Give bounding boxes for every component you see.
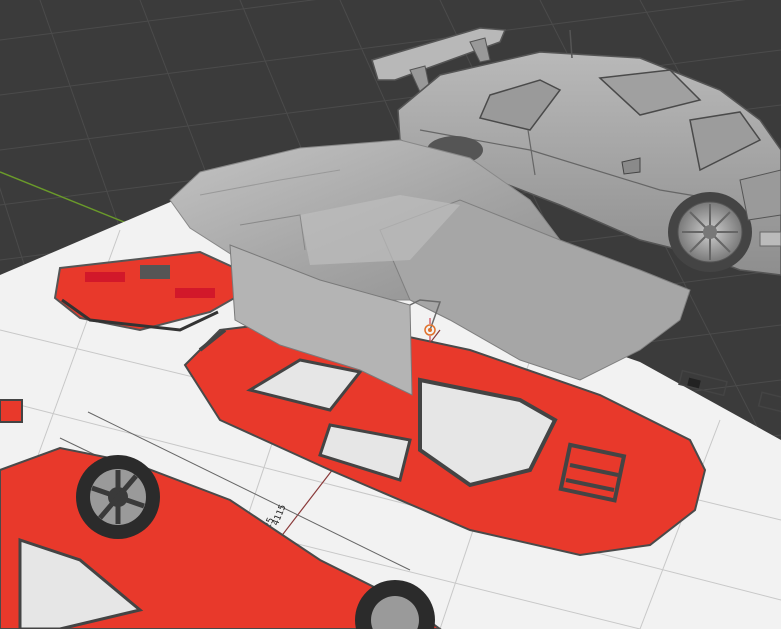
viewport-canvas[interactable]: 4115 2525 <box>0 0 781 629</box>
3d-viewport[interactable]: 4115 2525 <box>0 0 781 629</box>
